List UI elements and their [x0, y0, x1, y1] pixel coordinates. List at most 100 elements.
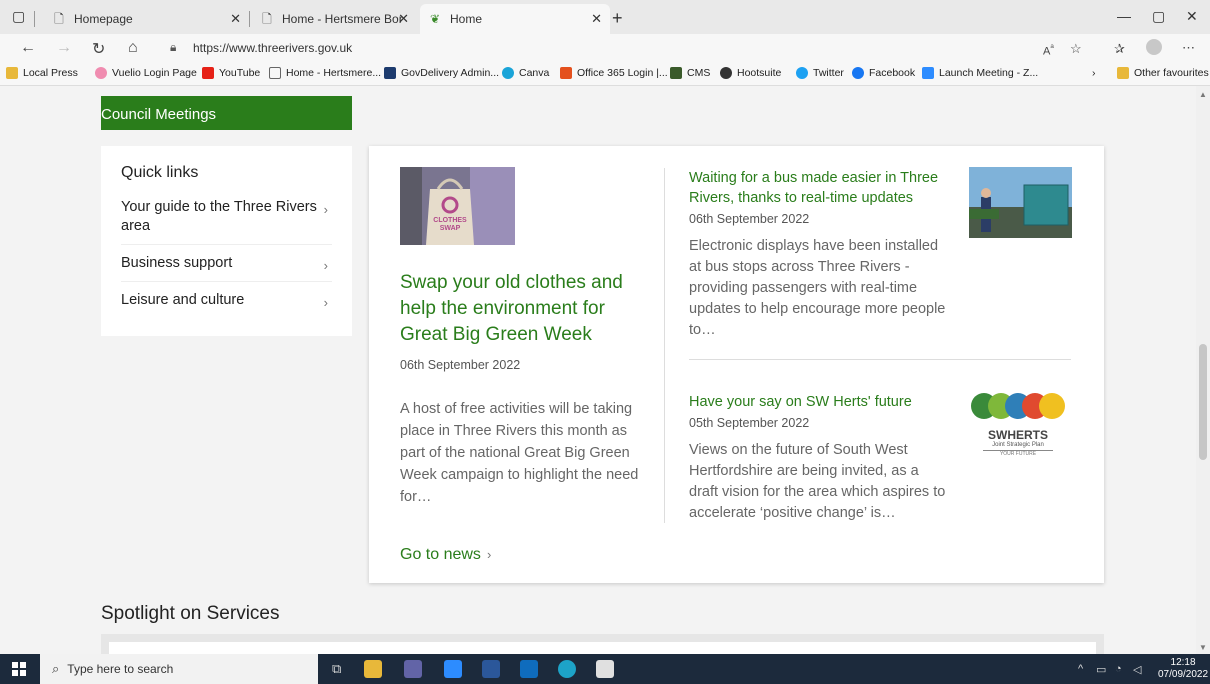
swherts-logo-tagline: YOUR FUTURE: [983, 450, 1053, 457]
go-to-news-label: Go to news: [400, 546, 481, 563]
minimize-icon[interactable]: —: [1117, 8, 1131, 24]
chevron-right-icon: ›: [486, 547, 492, 562]
go-to-news-link[interactable]: Go to news ›: [400, 546, 491, 564]
tab-label: Home - Hertsmere Borough Cou: [282, 12, 402, 26]
favourites-bar: Local Press Vuelio Login Page YouTube Ho…: [0, 62, 1210, 86]
fav-label: Local Press: [23, 67, 78, 79]
featured-news-title[interactable]: Swap your old clothes and help the envir…: [400, 270, 640, 348]
fav-label: Home - Hertsmere...: [286, 67, 382, 79]
restore-icon[interactable]: ▢: [1152, 8, 1165, 25]
acrobat-icon[interactable]: [596, 660, 614, 678]
windows-start-icon[interactable]: [12, 662, 26, 676]
battery-icon[interactable]: ▭: [1096, 663, 1106, 676]
article-text-start: Electronic displays have been installed …: [689, 236, 951, 341]
teams-icon[interactable]: [404, 660, 422, 678]
page-content: Council Meetings Quick links Your guide …: [0, 86, 1196, 654]
more-icon[interactable]: ⋯: [1182, 40, 1195, 56]
scroll-up-arrow-icon[interactable]: ▲: [1199, 90, 1207, 99]
vuelio-icon: [95, 67, 107, 79]
quick-link-leisure-culture[interactable]: Leisure and culture ›: [121, 291, 332, 318]
read-aloud-icon[interactable]: Aᵃ: [1043, 42, 1054, 58]
page-scrollbar[interactable]: ▲ ▼: [1196, 86, 1210, 654]
taskbar-clock[interactable]: 12:18 07/09/2022: [1158, 657, 1208, 681]
favourites-icon[interactable]: ✰: [1114, 41, 1125, 57]
fav-cms[interactable]: CMS: [670, 67, 710, 79]
quick-links-panel: Quick links Your guide to the Three Rive…: [101, 146, 352, 336]
zoom-app-icon[interactable]: [444, 660, 462, 678]
fav-vuelio[interactable]: Vuelio Login Page: [95, 67, 197, 79]
page-icon: [269, 67, 281, 79]
twitter-icon: [796, 67, 808, 79]
lock-icon[interactable]: 🔒︎: [170, 40, 176, 55]
tray-chevron-icon[interactable]: ^: [1078, 663, 1083, 675]
tab-home[interactable]: ❦ Home ✕: [420, 4, 610, 34]
fav-label: GovDelivery Admin...: [401, 67, 500, 79]
profile-avatar[interactable]: [1146, 39, 1162, 55]
fav-launch-meeting[interactable]: Launch Meeting - Z...: [922, 67, 1038, 79]
new-tab-button[interactable]: +: [612, 8, 623, 29]
fav-label: Launch Meeting - Z...: [939, 67, 1039, 79]
outlook-icon[interactable]: [520, 660, 538, 678]
quick-link-label: Your guide to the Three Rivers area: [121, 199, 317, 234]
fav-twitter[interactable]: Twitter: [796, 67, 844, 79]
tab-homepage[interactable]: 🗋 Homepage ✕: [44, 4, 249, 34]
council-meetings-label: Council Meetings: [101, 106, 217, 123]
tab-actions-icon[interactable]: ▢: [12, 8, 25, 25]
refresh-icon[interactable]: ↻: [92, 39, 105, 59]
fav-label: Canva: [519, 67, 550, 79]
fav-youtube[interactable]: YouTube: [202, 67, 260, 79]
chevron-right-icon: ›: [323, 295, 328, 310]
news-panel: CLOTHES SWAP Swap your old clothes and h…: [369, 146, 1104, 583]
forward-icon[interactable]: →: [56, 39, 72, 57]
page-icon: 🗋: [54, 12, 64, 26]
file-explorer-icon[interactable]: [364, 660, 382, 678]
chevron-right-icon: ›: [323, 258, 328, 273]
scroll-thumb[interactable]: [1199, 344, 1207, 460]
office-icon: [560, 67, 572, 79]
clothes-swap-image[interactable]: CLOTHES SWAP: [400, 167, 515, 245]
chevron-right-icon: ›: [323, 202, 328, 217]
word-icon[interactable]: [482, 660, 500, 678]
fav-local-press[interactable]: Local Press: [6, 67, 78, 79]
url-field[interactable]: https://www.threerivers.gov.uk: [193, 41, 352, 55]
fav-govdelivery[interactable]: GovDelivery Admin...: [384, 67, 499, 79]
volume-icon[interactable]: ◁: [1133, 663, 1141, 676]
back-icon[interactable]: ←: [20, 39, 36, 57]
home-icon[interactable]: ⌂: [128, 39, 138, 57]
address-bar: ← → ↻ ⌂ 🔒︎ https://www.threerivers.gov.u…: [0, 34, 1210, 62]
fav-hertsmere[interactable]: Home - Hertsmere...: [269, 67, 381, 79]
fav-label: Other favourites: [1134, 67, 1209, 79]
quick-link-business-support[interactable]: Business support ›: [121, 254, 332, 282]
divider: [34, 11, 35, 27]
clothes-swap-image-text: CLOTHES SWAP: [433, 217, 467, 232]
fav-canva[interactable]: Canva: [502, 67, 549, 79]
more-favourites-chevron-icon[interactable]: ›: [1092, 67, 1096, 79]
fav-label: Facebook: [869, 67, 916, 79]
close-window-icon[interactable]: ✕: [1186, 8, 1198, 25]
fav-hootsuite[interactable]: Hootsuite: [720, 67, 781, 79]
page-icon: 🗋: [262, 12, 272, 26]
council-meetings-button[interactable]: Council Meetings: [101, 96, 352, 130]
edge-icon[interactable]: [558, 660, 576, 678]
quick-link-three-rivers-guide[interactable]: Your guide to the Three Rivers area ›: [121, 198, 332, 245]
tab-hertsmere[interactable]: 🗋 Home - Hertsmere Borough Cou ✕: [252, 4, 417, 34]
wifi-icon[interactable]: ◔: [1115, 663, 1122, 675]
article-title[interactable]: Waiting for a bus made easier in Three R…: [689, 168, 949, 208]
taskbar-search-box[interactable]: ⌕ Type here to search: [40, 654, 318, 684]
favourite-star-icon[interactable]: ☆: [1070, 41, 1082, 57]
close-icon[interactable]: ✕: [398, 11, 409, 27]
bus-stop-image[interactable]: [969, 167, 1072, 238]
close-icon[interactable]: ✕: [591, 11, 602, 27]
fav-other[interactable]: Other favourites: [1117, 67, 1209, 79]
scroll-down-arrow-icon[interactable]: ▼: [1199, 643, 1207, 652]
facebook-icon: [852, 67, 864, 79]
task-view-icon[interactable]: ⧉: [332, 661, 341, 677]
swherts-logo[interactable]: SWHERTS Joint Strategic Plan YOUR FUTURE: [969, 391, 1067, 466]
article-title[interactable]: Have your say on SW Herts' future: [689, 392, 949, 412]
tab-bar: ▢ 🗋 Homepage ✕ 🗋 Home - Hertsmere Boroug…: [0, 0, 1210, 34]
fav-office365[interactable]: Office 365 Login |...: [560, 67, 668, 79]
quick-link-label: Business support: [121, 255, 233, 271]
fav-facebook[interactable]: Facebook: [852, 67, 915, 79]
search-icon: ⌕: [52, 661, 60, 676]
close-icon[interactable]: ✕: [230, 11, 241, 27]
